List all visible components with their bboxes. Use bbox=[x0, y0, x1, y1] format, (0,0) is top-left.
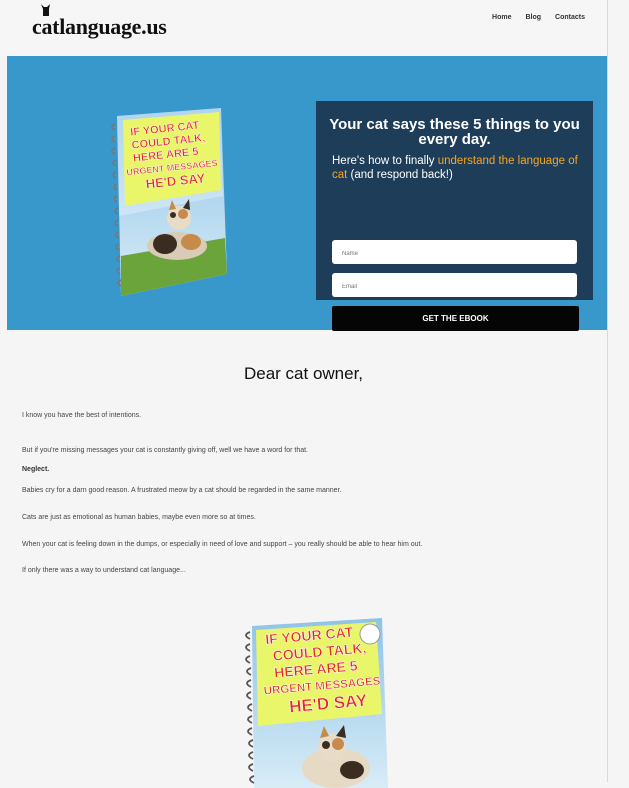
nav-home[interactable]: Home bbox=[492, 14, 511, 21]
ebook-cover-image: IF YOUR CAT COULD TALK, HERE ARE 5 URGEN… bbox=[245, 618, 388, 788]
optin-form: Your cat says these 5 things to you ever… bbox=[316, 101, 593, 331]
hero-section: IF YOUR CAT COULD TALK, HERE ARE 5 URGEN… bbox=[7, 56, 607, 331]
letter-paragraph: If only there was a way to understand ca… bbox=[22, 567, 186, 574]
letter-paragraph: Babies cry for a darn good reason. A fru… bbox=[22, 487, 342, 494]
email-input[interactable] bbox=[332, 273, 577, 297]
letter-title: Dear cat owner, bbox=[243, 364, 364, 383]
nav-blog[interactable]: Blog bbox=[525, 14, 541, 21]
site-header: catlanguage.us Home Blog Contacts bbox=[0, 0, 607, 56]
nav-contacts[interactable]: Contacts bbox=[555, 14, 585, 21]
ebook-cover-image: IF YOUR CAT COULD TALK, HERE ARE 5 URGEN… bbox=[111, 108, 227, 296]
get-ebook-button[interactable]: GET THE EBOOK bbox=[332, 306, 579, 331]
letter-paragraph: Cats are just as emotional as human babi… bbox=[22, 514, 256, 521]
letter-paragraph: Neglect. bbox=[22, 466, 50, 473]
letter-paragraph: When your cat is feeling down in the dum… bbox=[22, 541, 423, 548]
name-input[interactable] bbox=[332, 240, 577, 264]
optin-headline: Your cat says these 5 things to you ever… bbox=[329, 116, 580, 148]
letter-paragraph: I know you have the best of intentions. bbox=[22, 412, 142, 419]
optin-sub-before: Here's how to finally bbox=[332, 155, 438, 167]
main-nav: Home Blog Contacts bbox=[492, 14, 585, 21]
letter-paragraph: But if you're missing messages your cat … bbox=[22, 447, 309, 454]
optin-sub-after: (and respond back!) bbox=[347, 169, 453, 181]
logo-text: catlanguage.us bbox=[32, 14, 167, 39]
optin-subheadline: Here's how to finally understand the lan… bbox=[332, 154, 585, 182]
